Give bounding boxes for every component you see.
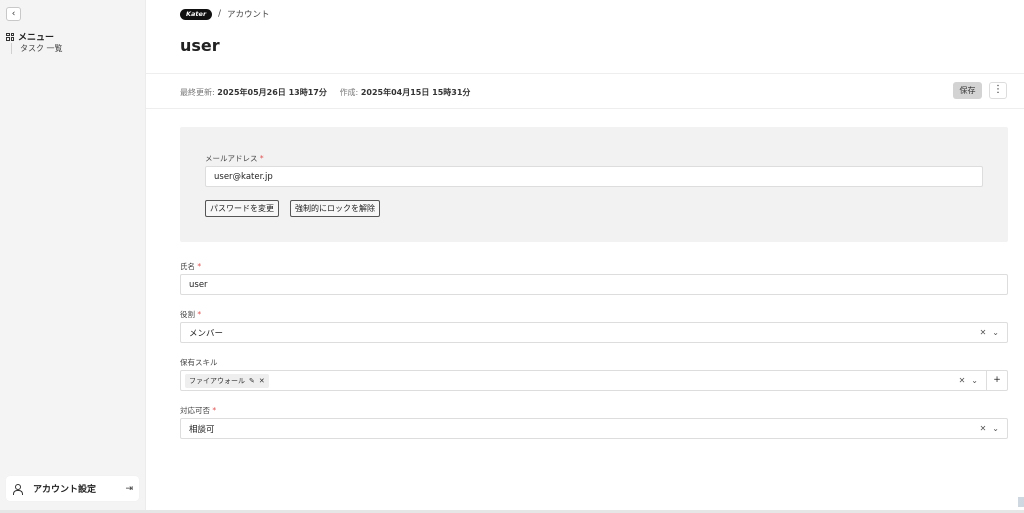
skills-label: 保有スキル xyxy=(180,358,218,367)
account-settings-button[interactable]: アカウント設定 ⇥ xyxy=(6,476,139,501)
account-settings-label: アカウント設定 xyxy=(33,485,97,495)
change-password-button[interactable]: パスワードを変更 xyxy=(205,200,279,217)
updated-value: 2025年05月26日 13時17分 xyxy=(217,88,327,97)
sidebar: ‹ メニュー タスク 一覧 アカウント設定 ⇥ xyxy=(0,0,146,513)
chevron-down-icon[interactable]: ⌄ xyxy=(971,376,978,385)
divider xyxy=(146,108,1024,109)
user-icon xyxy=(12,483,23,495)
divider xyxy=(146,73,1024,74)
menu-heading: メニュー xyxy=(6,30,54,43)
availability-value: 相談可 xyxy=(189,424,215,435)
created-label: 作成: xyxy=(339,88,359,97)
main-content: Kater / アカウント user 最終更新: 2025年05月26日 13時… xyxy=(146,0,1024,513)
sidebar-item-task-list[interactable]: タスク 一覧 xyxy=(11,43,63,54)
edit-icon[interactable]: ✎ xyxy=(249,377,255,385)
remove-chip-icon[interactable]: ✕ xyxy=(259,377,265,385)
grid-icon xyxy=(6,32,14,41)
skills-select[interactable]: ファイアウォール ✎ ✕ ✕ ⌄ + xyxy=(180,370,1008,391)
skill-chip: ファイアウォール ✎ ✕ xyxy=(185,373,269,388)
role-value: メンバー xyxy=(189,328,224,339)
kater-logo[interactable]: Kater xyxy=(180,8,213,20)
breadcrumb-separator: / xyxy=(218,9,222,19)
menu-title: メニュー xyxy=(18,33,55,43)
role-label: 役割 * xyxy=(180,310,202,319)
clear-icon[interactable]: ✕ xyxy=(980,424,987,433)
add-skill-button[interactable]: + xyxy=(986,371,1007,390)
name-field[interactable]: user xyxy=(180,274,1008,295)
chevron-left-icon[interactable]: ‹ xyxy=(6,7,21,21)
created-value: 2025年04月15日 15時31分 xyxy=(360,88,471,97)
availability-label: 対応可否 * xyxy=(180,406,217,415)
role-select[interactable]: メンバー ✕ ⌄ xyxy=(180,322,1008,343)
breadcrumb-current: アカウント xyxy=(227,10,270,20)
chevron-down-icon[interactable]: ⌄ xyxy=(992,424,999,433)
availability-select[interactable]: 相談可 ✕ ⌄ xyxy=(180,418,1008,439)
chevron-down-icon[interactable]: ⌄ xyxy=(992,328,999,337)
clear-icon[interactable]: ✕ xyxy=(980,328,987,337)
email-field[interactable] xyxy=(205,166,983,187)
name-value: user xyxy=(189,279,208,290)
breadcrumb: Kater / アカウント xyxy=(180,8,270,20)
meta-info: 最終更新: 2025年05月26日 13時17分 作成: 2025年04月15日… xyxy=(180,87,470,98)
skill-chip-label: ファイアウォール xyxy=(189,376,245,385)
scrollbar[interactable] xyxy=(1018,497,1024,507)
more-options-icon[interactable]: ⋮ xyxy=(989,82,1007,99)
name-label: 氏名 * xyxy=(180,262,202,271)
account-panel: メールアドレス * パスワードを変更 強制的にロックを解除 xyxy=(180,127,1008,242)
updated-label: 最終更新: xyxy=(180,88,215,97)
clear-icon[interactable]: ✕ xyxy=(959,376,966,385)
email-label: メールアドレス * xyxy=(205,154,264,163)
page-title: user xyxy=(180,36,220,55)
logout-icon[interactable]: ⇥ xyxy=(125,484,133,494)
force-unlock-button[interactable]: 強制的にロックを解除 xyxy=(290,200,380,217)
save-button[interactable]: 保存 xyxy=(953,82,982,99)
